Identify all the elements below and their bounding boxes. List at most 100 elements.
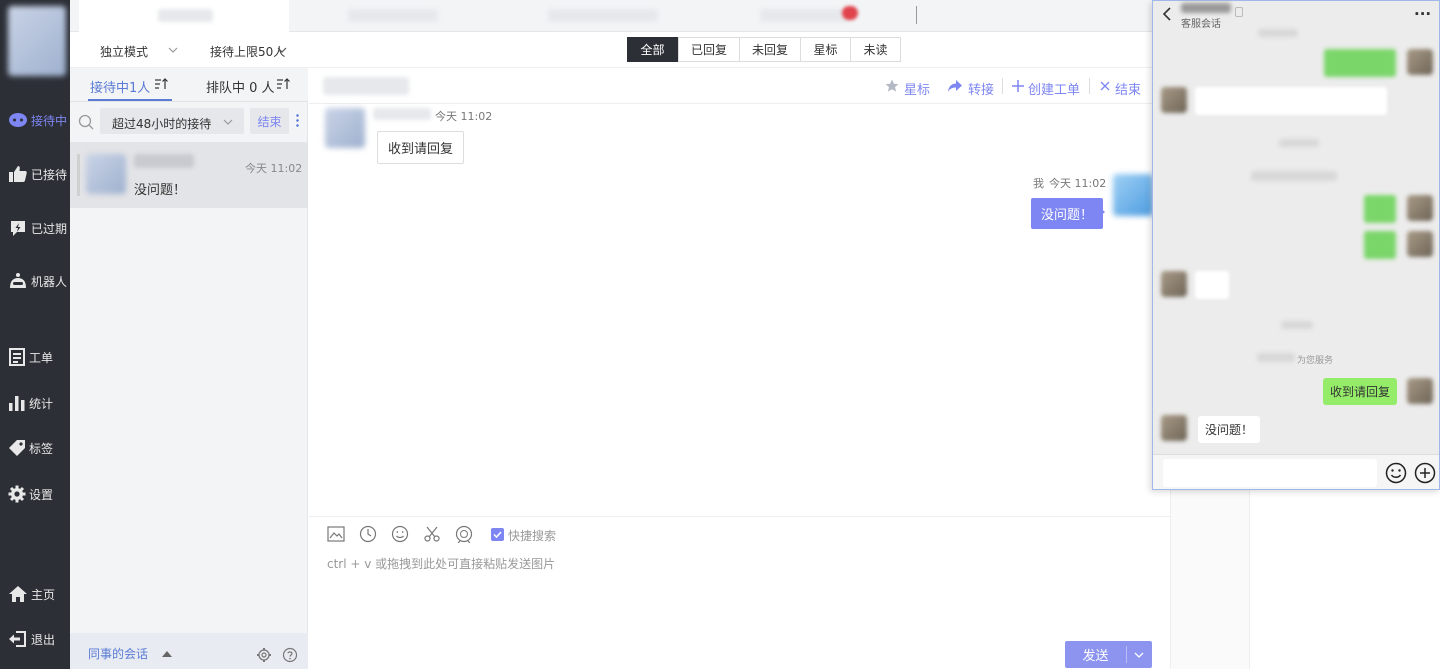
- message-bubble: [1364, 231, 1396, 259]
- sort-icon[interactable]: [276, 78, 290, 90]
- transfer-button[interactable]: 转接: [968, 79, 994, 98]
- rail-item-label: 标签: [29, 441, 54, 456]
- session-tabs-bar: [70, 0, 1152, 32]
- avatar: [1407, 49, 1433, 75]
- chevron-down-icon[interactable]: [223, 119, 233, 125]
- emoji-icon[interactable]: [1385, 462, 1407, 484]
- checkbox-icon[interactable]: [491, 528, 504, 541]
- gear-icon[interactable]: [256, 647, 272, 663]
- tab-title: [158, 9, 213, 22]
- rail-item-label: 已过期: [31, 221, 68, 236]
- divider: [916, 6, 917, 24]
- avatar: [1113, 174, 1153, 216]
- scissors-icon[interactable]: [423, 525, 441, 543]
- rail-item-label: 统计: [29, 396, 54, 411]
- limit-select[interactable]: 接待上限50人: [210, 43, 285, 60]
- chat-area: 星标 转接 创建工单 结束 今天 11:02 收到请回复 我 今天 11:02 …: [309, 68, 1170, 669]
- message-input[interactable]: [1163, 459, 1377, 487]
- divider: [1002, 78, 1003, 94]
- rail-item-served[interactable]: 已接待: [0, 156, 70, 192]
- sender-name: [373, 108, 431, 120]
- filter-replied[interactable]: 已回复: [678, 37, 740, 62]
- rail-item-logout[interactable]: 退出: [0, 621, 70, 657]
- logout-icon: [9, 631, 26, 647]
- more-icon[interactable]: ···: [1414, 5, 1431, 23]
- plus-icon[interactable]: [1012, 80, 1024, 92]
- close-icon[interactable]: [1100, 81, 1110, 91]
- rail-item-serving[interactable]: 接待中: [0, 102, 70, 138]
- send-button[interactable]: 发送: [1065, 641, 1126, 668]
- clock-icon[interactable]: [359, 525, 377, 543]
- back-icon[interactable]: [1162, 7, 1172, 21]
- timestamp: [1279, 139, 1319, 147]
- star-button[interactable]: 星标: [904, 79, 930, 98]
- thumbs-up-icon: [9, 166, 27, 182]
- rail-item-stats[interactable]: 统计: [0, 385, 70, 421]
- tab-title[interactable]: [548, 9, 658, 22]
- sort-icon[interactable]: [154, 78, 168, 90]
- message-input-placeholder[interactable]: ctrl + v 或拖拽到此处可直接粘贴发送图片: [327, 555, 555, 572]
- rail-item-label: 接待中: [31, 113, 68, 128]
- colleague-sessions-toggle[interactable]: 同事的会话: [88, 645, 148, 662]
- chevron-down-icon[interactable]: [277, 47, 287, 53]
- window-subtitle: 客服会话: [1181, 19, 1221, 30]
- end-session-button[interactable]: 结束: [1115, 79, 1141, 98]
- rail-item-home[interactable]: 主页: [0, 576, 70, 612]
- rail-item-label: 设置: [29, 487, 54, 502]
- avatar: [1407, 195, 1433, 221]
- divider: [309, 516, 1170, 517]
- timestamp: [1251, 171, 1337, 181]
- rail-item-tags[interactable]: 标签: [0, 430, 70, 466]
- customer-name: [323, 77, 409, 95]
- tag-icon: [9, 440, 25, 456]
- chevron-down-icon[interactable]: [1134, 652, 1144, 658]
- rail-item-expired[interactable]: 已过期: [0, 210, 70, 246]
- rail-item-ticket[interactable]: 工单: [0, 339, 70, 375]
- filter-starred[interactable]: 星标: [800, 37, 851, 62]
- message-bubble: 收到请回复: [377, 131, 465, 164]
- divider: [1089, 78, 1090, 94]
- image-icon[interactable]: [327, 526, 345, 542]
- tab-title[interactable]: [348, 9, 438, 22]
- more-icon[interactable]: [296, 113, 299, 127]
- mode-select[interactable]: 独立模式: [100, 43, 148, 60]
- user-avatar[interactable]: [8, 6, 66, 76]
- served-by-label: 为您服务: [1297, 356, 1334, 366]
- filter-select-label: 超过48小时的接待: [112, 117, 212, 131]
- plus-icon[interactable]: [1414, 462, 1436, 484]
- message-time: 今天 11:02: [1049, 177, 1107, 190]
- caret-up-icon[interactable]: [162, 651, 172, 657]
- lock-icon: [1235, 7, 1243, 17]
- rail-item-settings[interactable]: 设置: [0, 476, 70, 512]
- agent-name: [1257, 353, 1295, 362]
- divider: [1126, 646, 1127, 663]
- share-icon[interactable]: [947, 79, 963, 93]
- message-sender: 我: [1033, 177, 1044, 190]
- emoji-icon[interactable]: [391, 525, 409, 543]
- tab-serving[interactable]: 接待中1人: [90, 77, 150, 96]
- search-icon[interactable]: [78, 114, 94, 130]
- tab-title[interactable]: [760, 9, 850, 22]
- filter-unread[interactable]: 未读: [850, 37, 901, 62]
- rail-item-robot[interactable]: 机器人: [0, 263, 70, 299]
- list-item-preview: 没问题！: [134, 183, 187, 198]
- help-icon[interactable]: [282, 647, 298, 663]
- filter-all[interactable]: 全部: [627, 37, 678, 62]
- quick-search-label[interactable]: 快捷搜索: [508, 527, 556, 544]
- tab-queue[interactable]: 排队中 0 人: [206, 77, 275, 96]
- avatar: [1161, 271, 1187, 297]
- timestamp: [1258, 29, 1298, 37]
- customer-chat-window: 客服会话 ··· 为您服务 收到请回复 没问题！: [1152, 0, 1440, 490]
- filter-unreplied[interactable]: 未回复: [739, 37, 801, 62]
- tab-underline: [88, 99, 172, 101]
- end-all-button[interactable]: 结束: [250, 108, 289, 134]
- create-ticket-button[interactable]: 创建工单: [1028, 79, 1080, 98]
- message-bubble: [1324, 49, 1396, 77]
- star-icon[interactable]: [885, 79, 899, 93]
- bubble-tail: [1099, 207, 1105, 217]
- session-list-panel: 接待中1人 排队中 0 人 超过48小时的接待 结束 今天 11:02 没问题！…: [70, 68, 308, 669]
- message-bubble: 没问题！: [1198, 416, 1261, 443]
- chevron-down-icon[interactable]: [168, 47, 178, 53]
- quick-reply-icon[interactable]: [454, 525, 474, 543]
- left-rail: 接待中 已接待 已过期 机器人 工单 统计 标签 设置 主页 退出: [0, 0, 70, 669]
